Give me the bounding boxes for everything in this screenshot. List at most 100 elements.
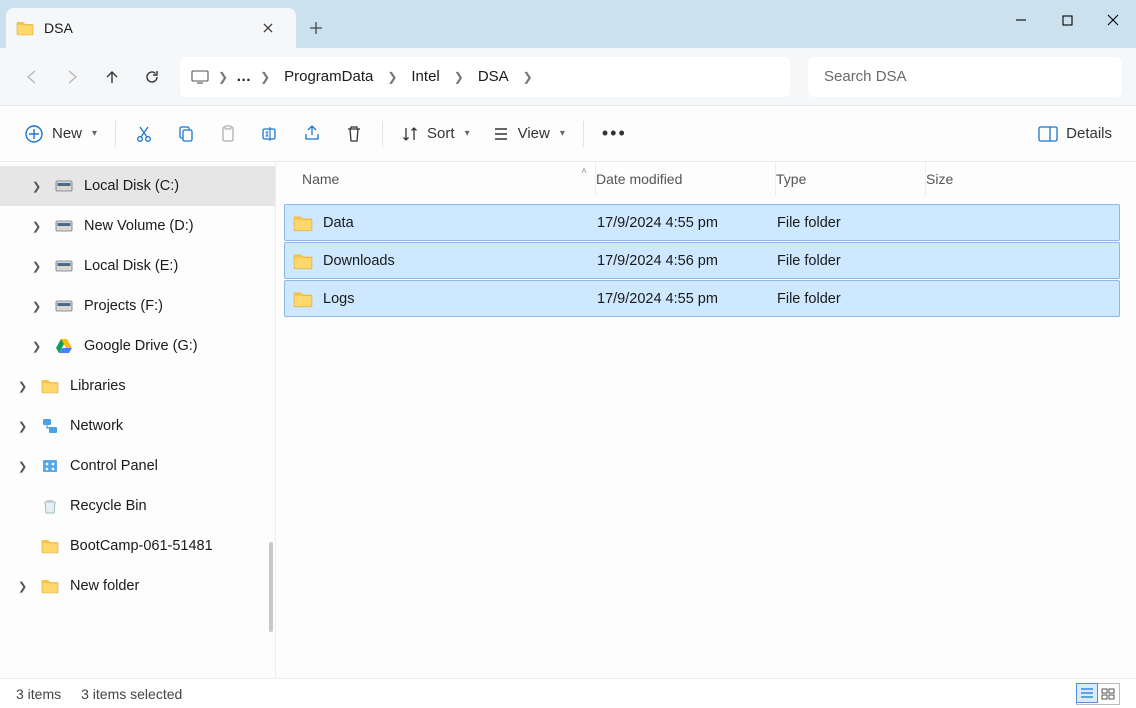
tree-item[interactable]: Recycle Bin bbox=[0, 486, 275, 526]
cut-icon bbox=[134, 124, 154, 144]
expand-chevron-icon[interactable]: ❯ bbox=[32, 180, 44, 193]
tree-item[interactable]: ❯ Libraries bbox=[0, 366, 275, 406]
chevron-right-icon[interactable]: ❯ bbox=[383, 70, 401, 84]
folder-icon bbox=[40, 577, 60, 595]
tree-item[interactable]: ❯Projects (F:) bbox=[0, 286, 275, 326]
chevron-right-icon[interactable]: ❯ bbox=[256, 70, 274, 84]
tree-item[interactable]: ❯Google Drive (G:) bbox=[0, 326, 275, 366]
view-label: View bbox=[518, 125, 550, 142]
file-name: Data bbox=[323, 215, 354, 231]
tree-item-label: Libraries bbox=[70, 378, 126, 394]
chevron-down-icon: ▾ bbox=[92, 128, 97, 139]
separator bbox=[583, 121, 584, 147]
column-date[interactable]: Date modified bbox=[596, 162, 776, 196]
tree-item-label: Network bbox=[70, 418, 123, 434]
rename-button[interactable] bbox=[250, 116, 290, 152]
scrollbar-thumb[interactable] bbox=[269, 542, 273, 632]
chevron-right-icon[interactable]: ❯ bbox=[519, 70, 537, 84]
view-mode-toggle bbox=[1076, 683, 1120, 705]
tree-item[interactable]: ❯ New Volume (D:) bbox=[0, 206, 275, 246]
tree-item[interactable]: ❯ New folder bbox=[0, 566, 275, 606]
expand-chevron-icon[interactable]: ❯ bbox=[32, 300, 44, 313]
tree-item[interactable]: ❯Control Panel bbox=[0, 446, 275, 486]
breadcrumb[interactable]: ProgramData bbox=[278, 66, 379, 87]
tree-item[interactable]: ❯ Local Disk (C:) bbox=[0, 166, 275, 206]
column-size[interactable]: Size bbox=[926, 162, 1016, 196]
delete-icon bbox=[344, 124, 364, 144]
tab-title: DSA bbox=[44, 20, 254, 36]
details-pane-button[interactable]: Details bbox=[1028, 116, 1122, 152]
up-button[interactable] bbox=[94, 59, 130, 95]
recycle-icon bbox=[40, 497, 60, 515]
disk-icon bbox=[54, 297, 74, 315]
share-button[interactable] bbox=[292, 116, 332, 152]
chevron-right-icon[interactable]: ❯ bbox=[450, 70, 468, 84]
new-tab-button[interactable] bbox=[296, 8, 336, 48]
chevron-down-icon: ▾ bbox=[560, 128, 565, 139]
expand-chevron-icon[interactable]: ❯ bbox=[18, 380, 30, 393]
folder-icon bbox=[293, 251, 313, 271]
expand-chevron-icon[interactable]: ❯ bbox=[18, 580, 30, 593]
copy-button[interactable] bbox=[166, 116, 206, 152]
sort-indicator-icon: ˄ bbox=[581, 166, 587, 177]
column-type[interactable]: Type bbox=[776, 162, 926, 196]
breadcrumb-ellipsis[interactable]: … bbox=[236, 68, 252, 85]
rename-icon bbox=[260, 124, 280, 144]
file-row[interactable]: Data17/9/2024 4:55 pmFile folder bbox=[284, 204, 1120, 241]
column-name[interactable]: Name˄ bbox=[284, 162, 596, 196]
minimize-button[interactable] bbox=[998, 0, 1044, 40]
maximize-button[interactable] bbox=[1044, 0, 1090, 40]
file-date: 17/9/2024 4:56 pm bbox=[597, 253, 777, 269]
file-row[interactable]: Downloads17/9/2024 4:56 pmFile folder bbox=[284, 242, 1120, 279]
folder-icon bbox=[293, 289, 313, 309]
paste-button[interactable] bbox=[208, 116, 248, 152]
new-icon bbox=[24, 124, 44, 144]
tree-item[interactable]: BootCamp-061-51481 bbox=[0, 526, 275, 566]
tree-item-label: Local Disk (C:) bbox=[84, 178, 179, 194]
expand-chevron-icon[interactable]: ❯ bbox=[32, 340, 44, 353]
details-view-button[interactable] bbox=[1076, 683, 1098, 703]
column-headers: Name˄ Date modified Type Size bbox=[284, 162, 1120, 196]
file-date: 17/9/2024 4:55 pm bbox=[597, 291, 777, 307]
tree-item-label: Recycle Bin bbox=[70, 498, 147, 514]
folder-icon bbox=[16, 19, 34, 37]
expand-chevron-icon[interactable]: ❯ bbox=[32, 220, 44, 233]
thumbnails-view-button[interactable] bbox=[1097, 684, 1119, 704]
file-row[interactable]: Logs17/9/2024 4:55 pmFile folder bbox=[284, 280, 1120, 317]
details-label: Details bbox=[1066, 125, 1112, 142]
expand-chevron-icon[interactable]: ❯ bbox=[18, 420, 30, 433]
tab-current[interactable]: DSA bbox=[6, 8, 296, 48]
tree-item[interactable]: ❯ Network bbox=[0, 406, 275, 446]
breadcrumb[interactable]: DSA bbox=[472, 66, 515, 87]
tree-item-label: New folder bbox=[70, 578, 139, 594]
close-window-button[interactable] bbox=[1090, 0, 1136, 40]
file-name: Logs bbox=[323, 291, 354, 307]
paste-icon bbox=[218, 124, 238, 144]
file-name: Downloads bbox=[323, 253, 395, 269]
tree-item-label: BootCamp-061-51481 bbox=[70, 538, 213, 554]
forward-button[interactable] bbox=[54, 59, 90, 95]
tree-item[interactable]: ❯Local Disk (E:) bbox=[0, 246, 275, 286]
cut-button[interactable] bbox=[124, 116, 164, 152]
expand-chevron-icon[interactable]: ❯ bbox=[32, 260, 44, 273]
back-button[interactable] bbox=[14, 59, 50, 95]
refresh-button[interactable] bbox=[134, 59, 170, 95]
more-button[interactable]: ••• bbox=[592, 116, 637, 152]
view-button[interactable]: View ▾ bbox=[482, 116, 575, 152]
address-bar[interactable]: ❯ … ❯ ProgramData ❯ Intel ❯ DSA ❯ bbox=[180, 57, 790, 97]
sort-button[interactable]: Sort ▾ bbox=[391, 116, 480, 152]
new-button[interactable]: New ▾ bbox=[14, 116, 107, 152]
file-type: File folder bbox=[777, 215, 927, 231]
nav-tree[interactable]: ❯ Local Disk (C:) ❯ New Volume (D:) ❯Local D… bbox=[0, 162, 276, 678]
search-input[interactable]: Search DSA bbox=[808, 57, 1122, 97]
pc-icon bbox=[190, 69, 210, 85]
tab-close-button[interactable] bbox=[254, 14, 282, 42]
chevron-right-icon[interactable]: ❯ bbox=[214, 70, 232, 84]
breadcrumb[interactable]: Intel bbox=[405, 66, 445, 87]
tree-item-label: New Volume (D:) bbox=[84, 218, 194, 234]
folder-icon bbox=[40, 377, 60, 395]
selected-count: 3 items selected bbox=[81, 686, 182, 702]
delete-button[interactable] bbox=[334, 116, 374, 152]
expand-chevron-icon[interactable]: ❯ bbox=[18, 460, 30, 473]
folder-icon bbox=[40, 537, 60, 555]
